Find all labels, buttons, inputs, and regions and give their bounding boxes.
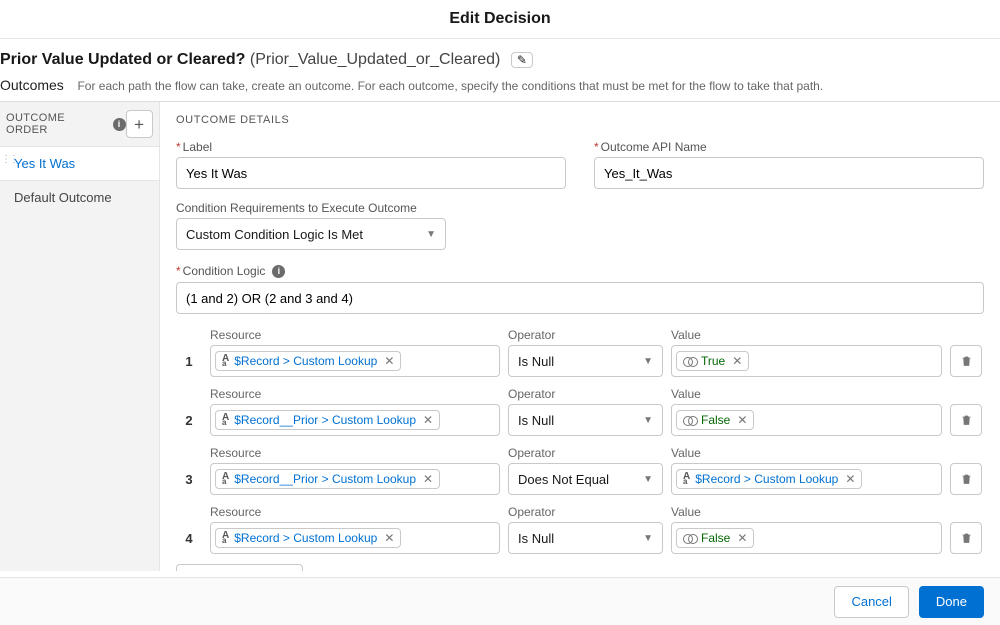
delete-condition-button[interactable] — [950, 404, 982, 436]
operator-select[interactable]: Is Null▼ — [508, 345, 663, 377]
text-type-icon: Aa — [222, 474, 229, 484]
resource-input[interactable]: Aa$Record > Custom Lookup✕ — [210, 522, 500, 554]
boolean-value-pill[interactable]: False✕ — [676, 528, 754, 548]
condition-row: 4 Resource Aa$Record > Custom Lookup✕ Opera… — [176, 505, 984, 554]
remove-pill-icon[interactable]: ✕ — [735, 413, 747, 427]
value-ref-pill[interactable]: Aa$Record > Custom Lookup✕ — [676, 469, 862, 489]
value-label: Value — [671, 328, 942, 342]
api-name-input[interactable] — [594, 157, 984, 189]
boolean-value-pill[interactable]: False✕ — [676, 410, 754, 430]
operator-label: Operator — [508, 328, 663, 342]
add-condition-button[interactable]: + Add Condition — [176, 564, 303, 571]
label-field-label: Label — [176, 140, 566, 154]
delete-condition-button[interactable] — [950, 522, 982, 554]
modal-title: Edit Decision — [0, 0, 1000, 39]
condition-row: 1 Resource Aa$Record > Custom Lookup✕ Opera… — [176, 328, 984, 377]
resource-pill[interactable]: Aa$Record > Custom Lookup✕ — [215, 528, 401, 548]
value-input[interactable]: Aa$Record > Custom Lookup✕ — [671, 463, 942, 495]
operator-select[interactable]: Does Not Equal▼ — [508, 463, 663, 495]
condition-logic-input[interactable] — [176, 282, 984, 314]
outcome-details-title: OUTCOME DETAILS — [176, 114, 984, 126]
condition-number: 1 — [176, 354, 202, 377]
outcome-details-panel: OUTCOME DETAILS Label Outcome API Name C… — [160, 102, 1000, 571]
remove-pill-icon[interactable]: ✕ — [421, 413, 433, 427]
operator-select[interactable]: Is Null▼ — [508, 522, 663, 554]
condition-row: 3 Resource Aa$Record__Prior > Custom Looku… — [176, 446, 984, 495]
decision-header: Prior Value Updated or Cleared? (Prior_V… — [0, 39, 1000, 77]
info-icon[interactable]: i — [272, 265, 285, 278]
boolean-value-pill[interactable]: True✕ — [676, 351, 749, 371]
remove-pill-icon[interactable]: ✕ — [843, 472, 855, 486]
resource-pill[interactable]: Aa$Record__Prior > Custom Lookup✕ — [215, 410, 440, 430]
outcome-order-sidebar: OUTCOME ORDER i + Yes It WasDefault Outc… — [0, 102, 160, 571]
chevron-down-icon: ▼ — [643, 533, 653, 544]
condition-number: 3 — [176, 472, 202, 495]
sidebar-item-default-outcome[interactable]: Default Outcome — [0, 181, 159, 214]
condition-number: 2 — [176, 413, 202, 436]
condition-number: 4 — [176, 531, 202, 554]
boolean-icon — [683, 357, 696, 366]
text-type-icon: Aa — [683, 474, 690, 484]
resource-input[interactable]: Aa$Record > Custom Lookup✕ — [210, 345, 500, 377]
boolean-icon — [683, 416, 696, 425]
value-input[interactable]: False✕ — [671, 522, 942, 554]
modal-footer: Cancel Done — [0, 577, 1000, 625]
remove-pill-icon[interactable]: ✕ — [421, 472, 433, 486]
decision-api-name: (Prior_Value_Updated_or_Cleared) — [250, 51, 501, 68]
boolean-icon — [683, 534, 696, 543]
operator-select[interactable]: Is Null▼ — [508, 404, 663, 436]
remove-pill-icon[interactable]: ✕ — [382, 531, 394, 545]
resource-label: Resource — [210, 387, 500, 401]
api-name-field-label: Outcome API Name — [594, 140, 984, 154]
sidebar-item-yes-it-was[interactable]: Yes It Was — [0, 146, 159, 181]
resource-label: Resource — [210, 328, 500, 342]
value-label: Value — [671, 387, 942, 401]
resource-label: Resource — [210, 446, 500, 460]
delete-condition-button[interactable] — [950, 463, 982, 495]
value-input[interactable]: False✕ — [671, 404, 942, 436]
edit-pencil-icon[interactable]: ✎ — [511, 52, 533, 68]
chevron-down-icon: ▼ — [643, 415, 653, 426]
condition-logic-label: Condition Logic — [176, 264, 265, 278]
done-button[interactable]: Done — [919, 586, 984, 618]
operator-label: Operator — [508, 446, 663, 460]
operator-label: Operator — [508, 505, 663, 519]
remove-pill-icon[interactable]: ✕ — [730, 354, 742, 368]
outcome-order-label: OUTCOME ORDER i — [6, 112, 126, 136]
text-type-icon: Aa — [222, 533, 229, 543]
text-type-icon: Aa — [222, 415, 229, 425]
remove-pill-icon[interactable]: ✕ — [382, 354, 394, 368]
add-outcome-button[interactable]: + — [126, 110, 153, 138]
outcomes-heading: Outcomes — [0, 77, 64, 93]
chevron-down-icon: ▼ — [426, 229, 436, 240]
value-label: Value — [671, 446, 942, 460]
condition-row: 2 Resource Aa$Record__Prior > Custom Looku… — [176, 387, 984, 436]
resource-pill[interactable]: Aa$Record__Prior > Custom Lookup✕ — [215, 469, 440, 489]
outcomes-heading-row: Outcomes For each path the flow can take… — [0, 77, 1000, 101]
label-input[interactable] — [176, 157, 566, 189]
chevron-down-icon: ▼ — [643, 474, 653, 485]
decision-label: Prior Value Updated or Cleared? — [0, 51, 245, 68]
chevron-down-icon: ▼ — [643, 356, 653, 367]
outcomes-description: For each path the flow can take, create … — [77, 79, 823, 93]
remove-pill-icon[interactable]: ✕ — [735, 531, 747, 545]
cancel-button[interactable]: Cancel — [834, 586, 908, 618]
delete-condition-button[interactable] — [950, 345, 982, 377]
operator-label: Operator — [508, 387, 663, 401]
resource-label: Resource — [210, 505, 500, 519]
info-icon[interactable]: i — [113, 118, 126, 131]
resource-pill[interactable]: Aa$Record > Custom Lookup✕ — [215, 351, 401, 371]
resource-input[interactable]: Aa$Record__Prior > Custom Lookup✕ — [210, 463, 500, 495]
condition-requirements-select[interactable]: Custom Condition Logic Is Met ▼ — [176, 218, 446, 250]
text-type-icon: Aa — [222, 356, 229, 366]
value-input[interactable]: True✕ — [671, 345, 942, 377]
resource-input[interactable]: Aa$Record__Prior > Custom Lookup✕ — [210, 404, 500, 436]
condition-requirements-label: Condition Requirements to Execute Outcom… — [176, 201, 984, 215]
value-label: Value — [671, 505, 942, 519]
